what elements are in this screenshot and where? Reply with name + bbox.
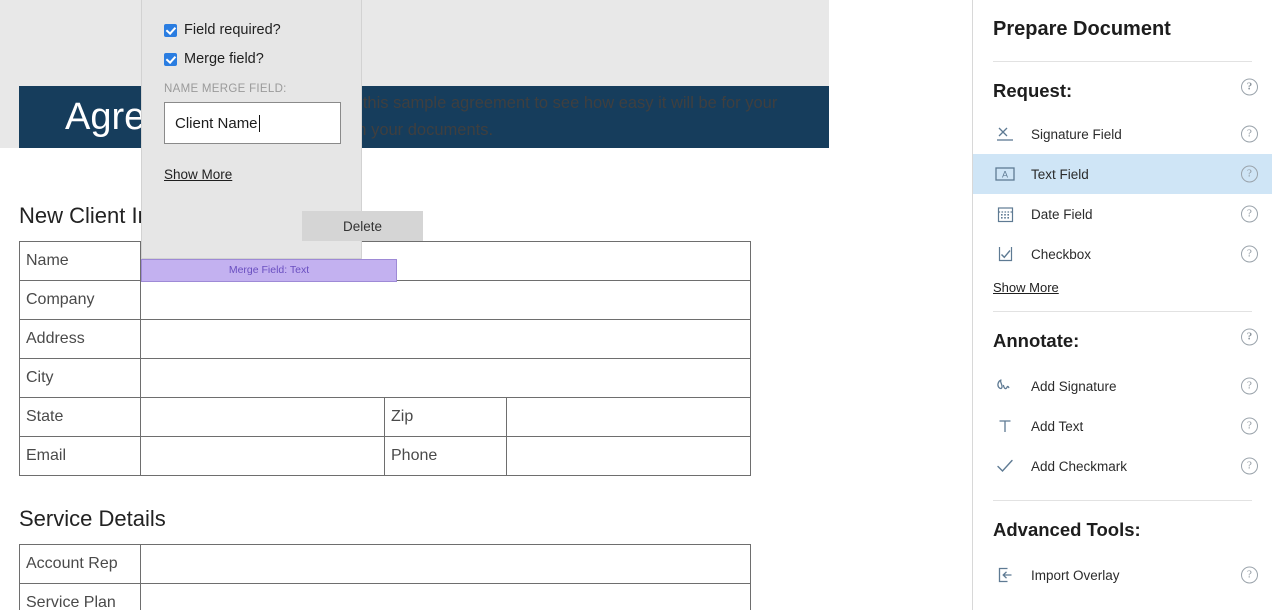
row-label: Email (19, 436, 141, 476)
table-row: City (19, 358, 751, 398)
popup-show-more-link[interactable]: Show More (164, 167, 232, 182)
field-settings-popup: Field required? Merge field? NAME MERGE … (141, 0, 423, 259)
row-label: Service Plan (19, 583, 141, 610)
row-value-cell[interactable] (140, 280, 751, 320)
help-icon[interactable]: ? (1241, 417, 1258, 435)
table-row: Email Phone (19, 436, 751, 476)
sidebar-item-add-text[interactable]: Add Text ? (973, 406, 1272, 446)
delete-button[interactable]: Delete (302, 211, 423, 241)
sidebar-title: Prepare Document (993, 18, 1171, 40)
sidebar-item-label: Date Field (1031, 206, 1093, 222)
table-row: Company (19, 280, 751, 320)
merge-field-checkbox[interactable] (164, 52, 177, 66)
import-overlay-icon (993, 564, 1017, 586)
prepare-document-sidebar: Prepare Document Request: ? Signature Fi… (972, 0, 1272, 610)
checkbox-icon (993, 243, 1017, 265)
help-icon[interactable]: ? (1241, 125, 1258, 143)
group-heading-label: Advanced Tools: (993, 519, 1141, 540)
row-label: State (19, 397, 141, 437)
sidebar-item-date-field[interactable]: Date Field ? (973, 194, 1272, 234)
signature-line-icon (993, 123, 1017, 145)
app-root: Agreement Fill out and e-sign this sampl… (0, 0, 1272, 610)
field-required-row[interactable]: Field required? (164, 22, 339, 38)
calendar-icon (993, 203, 1017, 225)
merge-field-overlay[interactable]: Merge Field: Text (141, 259, 397, 282)
row-value-cell[interactable] (140, 358, 751, 398)
field-required-checkbox[interactable] (164, 23, 177, 37)
section-heading: Service Details (19, 506, 166, 531)
name-merge-field-value: Client Name (175, 114, 258, 132)
sidebar-item-label: Checkbox (1031, 246, 1092, 262)
name-merge-field-input[interactable]: Client Name (164, 102, 341, 144)
row-label: City (19, 358, 141, 398)
sidebar-item-import-overlay[interactable]: Import Overlay ? (973, 555, 1272, 595)
row-value-cell-secondary[interactable] (506, 397, 751, 437)
name-merge-field-label: NAME MERGE FIELD: (164, 83, 287, 95)
sidebar-item-add-signature[interactable]: Add Signature ? (973, 366, 1272, 406)
sidebar-item-signature-field[interactable]: Signature Field ? (973, 114, 1272, 154)
merge-field-label: Merge field? (184, 51, 264, 67)
sidebar-item-label: Add Signature (1031, 378, 1117, 394)
sidebar-item-label: Add Checkmark (1031, 458, 1128, 474)
row-value-cell[interactable] (140, 436, 385, 476)
row-value-cell[interactable] (140, 319, 751, 359)
service-details-table: Account Rep Service Plan (19, 544, 751, 610)
help-icon[interactable]: ? (1241, 78, 1258, 96)
help-icon[interactable]: ? (1241, 165, 1258, 183)
text-caret (258, 114, 260, 132)
help-icon[interactable]: ? (1241, 566, 1258, 584)
table-row: Account Rep (19, 544, 751, 584)
table-row: Service Plan (19, 583, 751, 610)
sidebar-item-label: Import Overlay (1031, 567, 1120, 583)
row-label: Address (19, 319, 141, 359)
row-label: Company (19, 280, 141, 320)
group-heading-label: Request: (993, 80, 1073, 101)
sidebar-item-add-checkmark[interactable]: Add Checkmark ? (973, 446, 1272, 486)
group-heading-advanced-tools: Advanced Tools: (973, 501, 1272, 541)
sidebar-item-label: Text Field (1031, 166, 1089, 182)
sidebar-item-label: Signature Field (1031, 126, 1122, 142)
help-icon[interactable]: ? (1241, 457, 1258, 475)
group-heading-request: Request: ? (973, 62, 1272, 102)
text-t-icon (993, 415, 1017, 437)
field-required-label: Field required? (184, 22, 281, 38)
group-heading-label: Annotate: (993, 330, 1080, 351)
sidebar-item-label: Add Text (1031, 418, 1084, 434)
checkmark-icon (993, 455, 1017, 477)
help-icon[interactable]: ? (1241, 328, 1258, 346)
request-show-more-link[interactable]: Show More (973, 280, 1059, 295)
sidebar-item-checkbox[interactable]: Checkbox ? (973, 234, 1272, 274)
row-label-secondary: Phone (384, 436, 507, 476)
row-value-cell[interactable] (140, 397, 385, 437)
row-label-secondary: Zip (384, 397, 507, 437)
section-new-client-information: New Client Information Name Company Addr… (0, 203, 751, 476)
help-icon[interactable]: ? (1241, 205, 1258, 223)
row-label: Account Rep (19, 544, 141, 584)
text-field-icon: A (993, 163, 1017, 185)
row-label: Name (19, 241, 141, 281)
row-value-cell[interactable] (140, 544, 751, 584)
document-viewer: Agreement Fill out and e-sign this sampl… (0, 0, 972, 610)
table-row: Address (19, 319, 751, 359)
merge-field-row[interactable]: Merge field? (164, 51, 339, 67)
signature-script-icon (993, 375, 1017, 397)
svg-text:A: A (1002, 170, 1008, 180)
table-row: State Zip (19, 397, 751, 437)
help-icon[interactable]: ? (1241, 245, 1258, 263)
sidebar-item-text-field[interactable]: A Text Field ? (973, 154, 1272, 194)
row-value-cell-secondary[interactable] (506, 436, 751, 476)
help-icon[interactable]: ? (1241, 377, 1258, 395)
row-value-cell[interactable] (140, 583, 751, 610)
section-service-details: Service Details Account Rep Service Plan (0, 506, 751, 610)
group-heading-annotate: Annotate: ? (973, 312, 1272, 352)
